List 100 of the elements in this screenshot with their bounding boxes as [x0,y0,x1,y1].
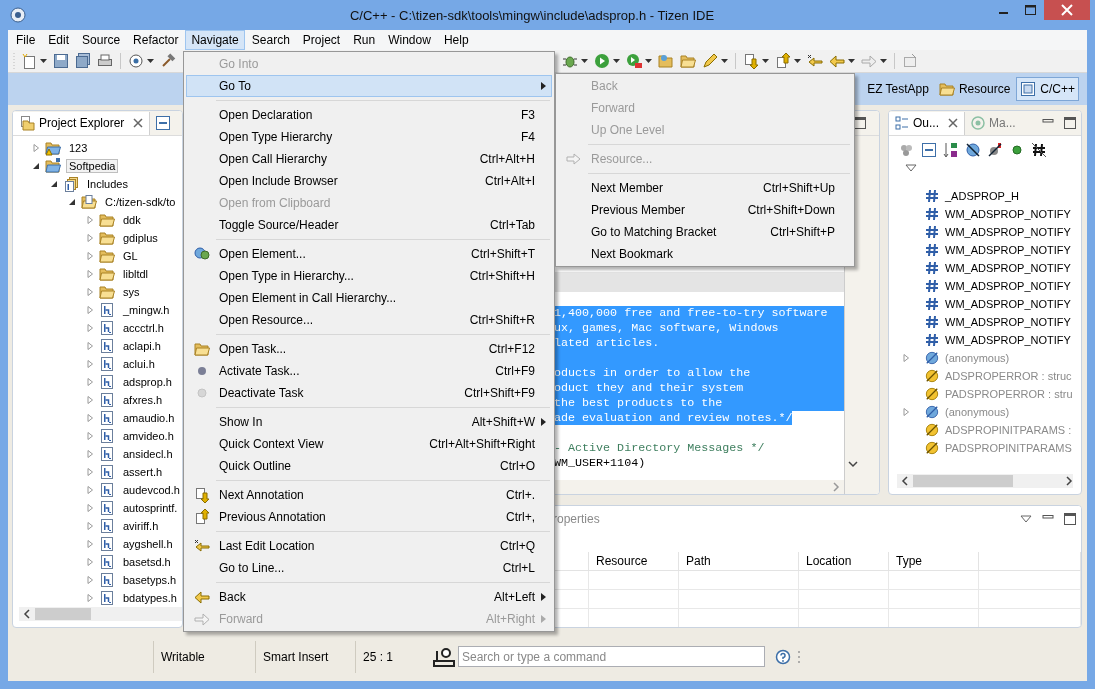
collapsed-arrow-icon[interactable] [86,252,94,260]
expanded-arrow-icon[interactable] [50,180,58,188]
menu-item[interactable]: Open Element... Ctrl+Shift+T [186,243,552,265]
tree-item[interactable]: assert.h [120,465,166,479]
menu-item[interactable]: Open Declaration F3 [186,104,552,126]
menu-item[interactable]: Navigate [185,30,245,50]
scroll-left-icon[interactable] [23,609,31,619]
tree-item[interactable]: adsprop.h [120,375,175,389]
maximize-icon[interactable] [1064,117,1076,129]
menu-item[interactable]: Go to Line... Ctrl+L [186,557,552,579]
tree-item[interactable]: audevcod.h [120,483,182,497]
outline-item[interactable]: WM_ADSPROP_NOTIFY [945,208,1071,220]
tree-item[interactable]: afxres.h [120,393,166,407]
collapsed-arrow-icon[interactable] [86,270,94,278]
close-icon[interactable] [948,118,958,128]
tree-item[interactable]: basetyps.h [120,573,180,587]
collapsed-arrow-icon[interactable] [86,216,94,224]
next-annotation-icon[interactable] [743,53,759,69]
view-tab[interactable]: Project Explorer [13,111,151,135]
view-tab[interactable]: Ou... [889,111,965,135]
menu-item[interactable]: Help [437,30,475,50]
collapsed-arrow-icon[interactable] [86,468,94,476]
tree-item[interactable]: aygshell.h [120,537,176,551]
outline-item[interactable]: PADSPROPINITPARAMS [945,442,1072,454]
menu-item[interactable]: Next Bookmark [558,243,852,265]
menu-item[interactable]: Go To [186,75,552,97]
collapsed-arrow-icon[interactable] [86,396,94,404]
tree-item[interactable]: libltdl [120,267,152,281]
column-header[interactable]: Path [679,552,799,571]
hide-macros-icon[interactable] [1031,142,1047,158]
collapsed-arrow-icon[interactable] [86,594,94,602]
menu-item[interactable]: Next Member Ctrl+Shift+Up [558,177,852,199]
collapsed-arrow-icon[interactable] [86,414,94,422]
outline-item[interactable]: WM_ADSPROP_NOTIFY [945,334,1071,346]
hide-fields-icon[interactable] [899,142,915,158]
menu-item[interactable]: Refactor [127,30,185,50]
tree-item[interactable]: bdatypes.h [120,591,180,605]
menu-item[interactable]: Open Type in Hierarchy... Ctrl+Shift+H [186,265,552,287]
menu-item[interactable]: Go to Matching Bracket Ctrl+Shift+P [558,221,852,243]
perspective-button[interactable]: C/C++ [1016,77,1079,101]
tree-item[interactable]: aviriff.h [120,519,162,533]
pen-icon[interactable] [702,53,718,69]
hammer-icon[interactable] [160,53,176,69]
save-icon[interactable] [53,53,69,69]
tree-item[interactable]: C:/tizen-sdk/to [102,195,179,209]
menu-item[interactable]: File [10,30,42,50]
collapsed-arrow-icon[interactable] [86,378,94,386]
collapsed-arrow-icon[interactable] [86,576,94,584]
menu-item[interactable]: Activate Task... Ctrl+F9 [186,360,552,382]
tree-item[interactable]: amvideo.h [120,429,177,443]
target-icon[interactable] [128,53,144,69]
folder-icon[interactable] [680,53,696,69]
column-header[interactable]: Resource [589,552,679,571]
tree-item[interactable]: ddk [120,213,144,227]
menu-item[interactable]: Deactivate Task Ctrl+Shift+F9 [186,382,552,404]
collapsed-arrow-icon[interactable] [86,540,94,548]
outline-item[interactable]: WM_ADSPROP_NOTIFY [945,262,1071,274]
menu-item[interactable]: Next Annotation Ctrl+. [186,484,552,506]
tree-item[interactable]: 123 [66,141,91,155]
tree-item[interactable]: Includes [84,177,131,191]
hide-static-icon[interactable] [965,142,981,158]
collapse-all-icon[interactable] [155,115,172,131]
collapsed-arrow-icon[interactable] [86,360,94,368]
menu-item[interactable]: Edit [42,30,76,50]
menu-item[interactable]: Toggle Source/Header Ctrl+Tab [186,214,552,236]
hide-members-icon[interactable] [987,142,1003,158]
collapsed-arrow-icon[interactable] [86,450,94,458]
menu-item[interactable]: Open Call Hierarchy Ctrl+Alt+H [186,148,552,170]
bug-icon[interactable] [562,53,578,69]
menu-item[interactable]: Project [296,30,347,50]
outline-item[interactable]: ADSPROPERROR : struc [945,370,1072,382]
tree-item[interactable]: amaudio.h [120,411,178,425]
outline-item[interactable]: WM_ADSPROP_NOTIFY [945,226,1071,238]
column-header[interactable]: Type [889,552,979,571]
new-file-icon[interactable] [21,53,37,69]
collapsed-arrow-icon[interactable] [86,342,94,350]
scroll-down-icon[interactable] [848,460,858,468]
tree-item[interactable]: autosprintf. [120,501,181,515]
search-field[interactable]: Search or type a command [458,646,765,667]
menu-item[interactable]: Open Task... Ctrl+F12 [186,338,552,360]
previous-annotation-icon[interactable] [775,53,791,69]
menu-item[interactable]: Previous Member Ctrl+Shift+Down [558,199,852,221]
menu-item[interactable]: Open Resource... Ctrl+Shift+R [186,309,552,331]
outline-item[interactable]: WM_ADSPROP_NOTIFY [945,280,1071,292]
scroll-right-icon[interactable] [1065,476,1073,486]
scroll-left-icon[interactable] [901,476,909,486]
tree-item[interactable]: sys [120,285,143,299]
collapsed-arrow-icon[interactable] [86,324,94,332]
collapsed-arrow-icon[interactable] [86,486,94,494]
view-tab[interactable]: Ma... [965,111,1022,135]
menu-item[interactable]: Back Alt+Left [186,586,552,608]
command-icon[interactable] [432,646,456,667]
outline-item[interactable]: WM_ADSPROP_NOTIFY [945,298,1071,310]
tree-item[interactable]: _mingw.h [120,303,173,317]
menu-item[interactable]: Quick Context View Ctrl+Alt+Shift+Right [186,433,552,455]
collapsed-arrow-icon[interactable] [86,432,94,440]
collapsed-arrow-icon[interactable] [86,288,94,296]
collapsed-arrow-icon[interactable] [86,558,94,566]
open-folder-icon[interactable] [658,53,674,69]
tree-item[interactable]: ansidecl.h [120,447,176,461]
